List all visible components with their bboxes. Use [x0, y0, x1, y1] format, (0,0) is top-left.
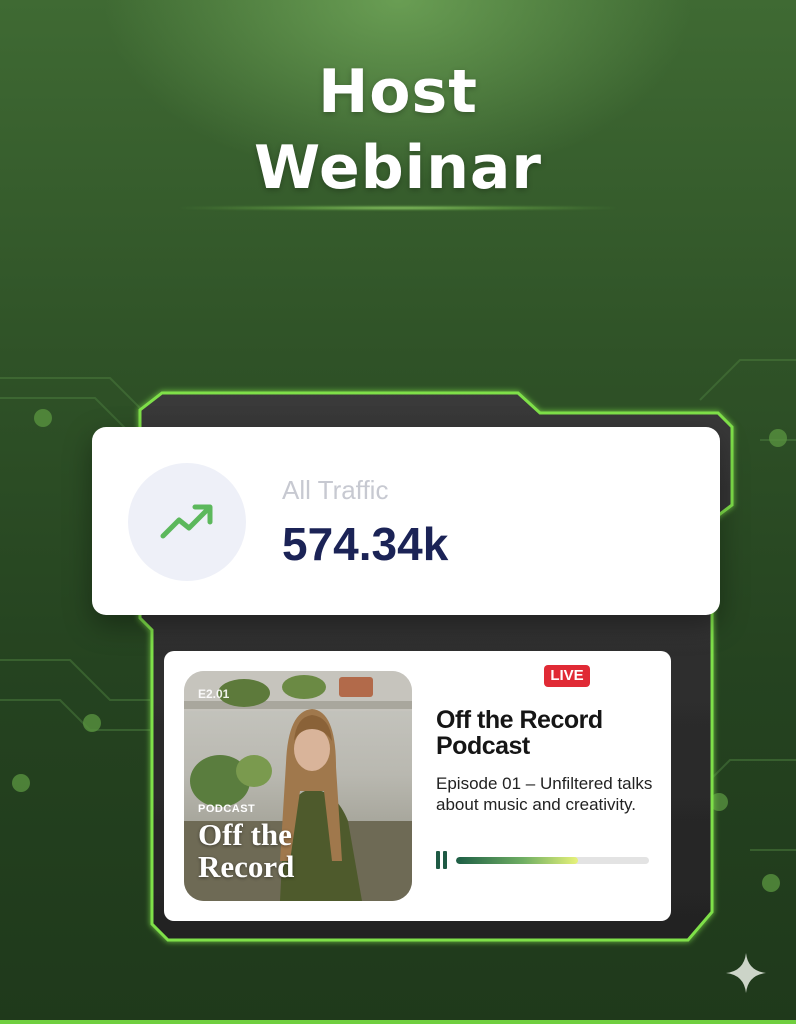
pause-icon[interactable] — [436, 851, 448, 869]
traffic-card[interactable]: All Traffic 574.34k — [92, 427, 720, 615]
playback-progress-bar[interactable] — [456, 857, 649, 864]
podcast-title: Off the Record Podcast — [436, 706, 603, 760]
bottom-accent-bar — [0, 1020, 796, 1024]
cover-episode-tag: E2.01 — [198, 687, 230, 701]
cover-kicker: PODCAST — [198, 803, 256, 815]
cover-title: Off the Record — [198, 817, 295, 884]
live-badge: LIVE — [544, 665, 590, 687]
playback-progress-fill — [456, 857, 578, 864]
sparkle-icon — [726, 953, 766, 993]
traffic-value: 574.34k — [282, 518, 449, 570]
trend-badge — [128, 463, 246, 581]
trending-up-icon — [160, 504, 213, 539]
podcast-card[interactable]: E2.01 PODCAST Off the Record LIVE Off th… — [164, 651, 671, 921]
traffic-label: All Traffic — [282, 475, 389, 505]
podcast-cover-image[interactable]: E2.01 PODCAST Off the Record — [184, 671, 412, 901]
podcast-description: Episode 01 – Unfiltered talks about musi… — [436, 774, 653, 814]
